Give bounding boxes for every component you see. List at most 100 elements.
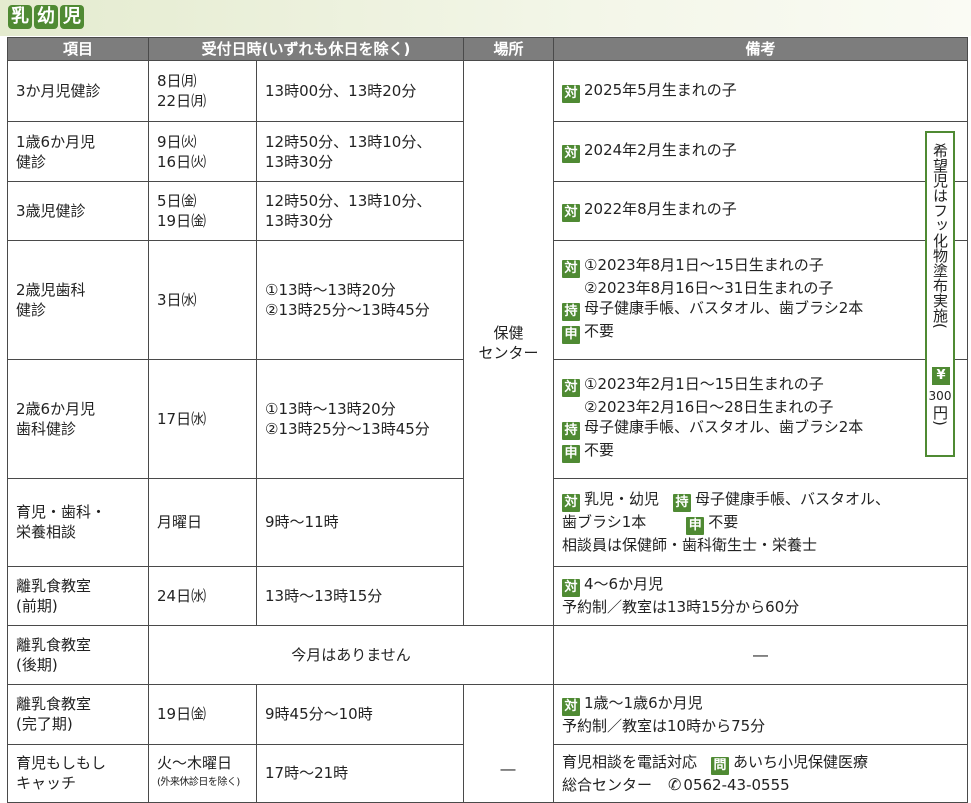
- time-cell: 9時45分～10時: [256, 684, 464, 745]
- header-datetime: 受付日時(いずれも休日を除く): [148, 37, 464, 61]
- notes-cell: 対 ①2023年2月1日～15日生まれの子 ②2023年2月16日～28日生まれの…: [553, 358, 968, 479]
- extra-text: 予約制／教室は13時15分から60分: [562, 598, 800, 617]
- notes-dash: ―: [753, 646, 768, 665]
- date-cell: 9日㈫ 16日㈫: [148, 121, 257, 182]
- date-line: 17日㈬: [157, 409, 207, 428]
- title-char: 児: [60, 5, 84, 29]
- item-cell: 3歳児健診: [7, 180, 149, 242]
- date-line: 24日㈬: [157, 586, 207, 605]
- time-line: 13時30分: [265, 152, 334, 171]
- place-dash: ―: [500, 760, 516, 778]
- item-name: 2歳児歯科: [16, 280, 86, 299]
- item-name: 健診: [16, 152, 47, 171]
- item-name: 1歳6か月児: [16, 132, 96, 151]
- fluoride-note-text: 希望児はフッ化物塗布実施(: [931, 143, 949, 329]
- date-line: 月曜日: [157, 513, 203, 532]
- target-text: ①2023年8月1日～15日生まれの子: [584, 256, 824, 275]
- phone-number: 0562-43-0555: [683, 775, 790, 794]
- date-cell: 24日㈬: [148, 565, 257, 626]
- item-name: 3か月児健診: [16, 82, 101, 101]
- item-name: 3歳児健診: [16, 201, 86, 220]
- apply-badge: 申: [562, 445, 580, 464]
- item-cell: 1歳6か月児 健診: [7, 121, 149, 182]
- time-cell: 9時～11時: [256, 477, 464, 567]
- target-text: 乳児・幼児: [584, 490, 660, 509]
- date-line: 19日㈮: [157, 211, 207, 230]
- apply-badge: 申: [562, 326, 580, 345]
- notes-text: あいち小児保健医療: [733, 752, 869, 771]
- time-cell: ①13時～13時20分 ②13時25分～13時45分: [256, 358, 464, 479]
- fluoride-note-box: 希望児はフッ化物塗布実施( ¥ 300 円): [925, 131, 955, 457]
- notes-cell: 対 1歳～1歳6か月児 予約制／教室は10時から75分: [553, 684, 968, 745]
- time-cell: 17時～21時: [256, 743, 464, 803]
- table-row: 3か月児健診 8日㈪ 22日㈪ 13時00分、13時20分 保健 センター 対2…: [7, 59, 968, 626]
- item-name: (完了期): [16, 715, 73, 734]
- apply-text: 不要: [584, 441, 615, 460]
- time-line: ②13時25分～13時45分: [265, 300, 430, 319]
- apply-badge: 申: [686, 517, 705, 536]
- date-cell: 3日㈬: [148, 240, 257, 360]
- header-place: 場所: [463, 37, 554, 61]
- time-line: 12時50分、13時10分、: [265, 191, 432, 210]
- place-line: センター: [478, 343, 539, 362]
- target-badge: 対: [562, 494, 580, 513]
- section-title-band: 乳 幼 児: [0, 0, 971, 36]
- item-name: 離乳食教室: [16, 576, 92, 595]
- item-cell: 2歳6か月児 歯科健診: [7, 358, 149, 479]
- item-name: 育児もしもし: [16, 754, 107, 773]
- item-name: 離乳食教室: [16, 695, 92, 714]
- time-line: ①13時～13時20分: [265, 280, 396, 299]
- header-notes: 備考: [553, 37, 968, 61]
- date-cell: 17日㈬: [148, 358, 257, 479]
- title-char: 幼: [34, 5, 58, 29]
- target-badge: 対: [562, 145, 580, 164]
- apply-text: 不要: [708, 513, 739, 532]
- schedule-table: 項目 受付日時(いずれも休日を除く) 場所 備考 3か月児健診 8日㈪ 22日㈪…: [7, 37, 968, 803]
- item-name: 歯科健診: [16, 419, 77, 438]
- notes-cell: 対 2025年5月生まれの子: [553, 59, 968, 123]
- header-item: 項目: [7, 37, 149, 61]
- date-line: 火～木曜日: [157, 754, 233, 773]
- yen-icon: ¥: [932, 367, 950, 385]
- table-row: 離乳食教室 (完了期) 19日㈮ 9時45分～10時 対 1歳～1歳6か月児 予約…: [7, 684, 968, 803]
- target-text: ②2023年2月16日～28日生まれの子: [584, 398, 834, 417]
- time-cell: ①13時～13時20分 ②13時25分～13時45分: [256, 240, 464, 360]
- target-badge: 対: [562, 379, 580, 398]
- date-line: 9日㈫: [157, 132, 197, 151]
- apply-text: 不要: [584, 322, 615, 341]
- date-line: 22日㈪: [157, 92, 207, 111]
- time-line: 9時45分～10時: [265, 705, 373, 724]
- target-badge: 対: [562, 84, 580, 103]
- bring-text: 歯ブラシ1本: [562, 513, 647, 532]
- date-note: (外来休診日を除く): [157, 777, 240, 789]
- item-name: 2歳6か月児: [16, 399, 96, 418]
- bring-badge: 持: [562, 422, 580, 441]
- target-badge: 対: [562, 260, 580, 279]
- item-cell: 離乳食教室 (前期): [7, 565, 149, 626]
- item-cell: 2歳児歯科 健診: [7, 240, 149, 360]
- item-name: 健診: [16, 300, 47, 319]
- date-cell: 月曜日: [148, 477, 257, 567]
- date-line: 8日㈪: [157, 72, 197, 91]
- time-cell: 13時～13時15分: [256, 565, 464, 626]
- item-cell: 離乳食教室 (完了期): [7, 684, 149, 745]
- notes-cell: 対乳児・幼児持母子健康手帳、バスタオル、 歯ブラシ1本 申不要 相談員は保健師・歯…: [553, 477, 968, 567]
- fluoride-note-close: 円): [931, 405, 949, 426]
- time-cell: 13時00分、13時20分: [256, 59, 464, 123]
- item-cell: 離乳食教室 (後期): [7, 624, 149, 686]
- target-text: ②2023年8月16日～31日生まれの子: [584, 279, 834, 298]
- time-line: 17時～21時: [265, 764, 349, 783]
- notes-cell: 対 2024年2月生まれの子: [553, 121, 968, 182]
- target-text: 2024年2月生まれの子: [584, 141, 737, 160]
- time-line: ①13時～13時20分: [265, 399, 396, 418]
- notes-text: 総合センター: [562, 775, 653, 794]
- date-line: 3日㈬: [157, 290, 197, 309]
- place-cell: 保健 センター: [463, 60, 554, 626]
- notes-text: 育児相談を電話対応: [562, 752, 698, 771]
- time-line: 13時00分、13時20分: [265, 82, 417, 101]
- date-line: 19日㈮: [157, 705, 207, 724]
- item-name: 栄養相談: [16, 523, 77, 542]
- time-line: 13時～13時15分: [265, 586, 383, 605]
- extra-text: 相談員は保健師・歯科衛生士・栄養士: [562, 536, 818, 555]
- item-name: 育児・歯科・: [16, 503, 107, 522]
